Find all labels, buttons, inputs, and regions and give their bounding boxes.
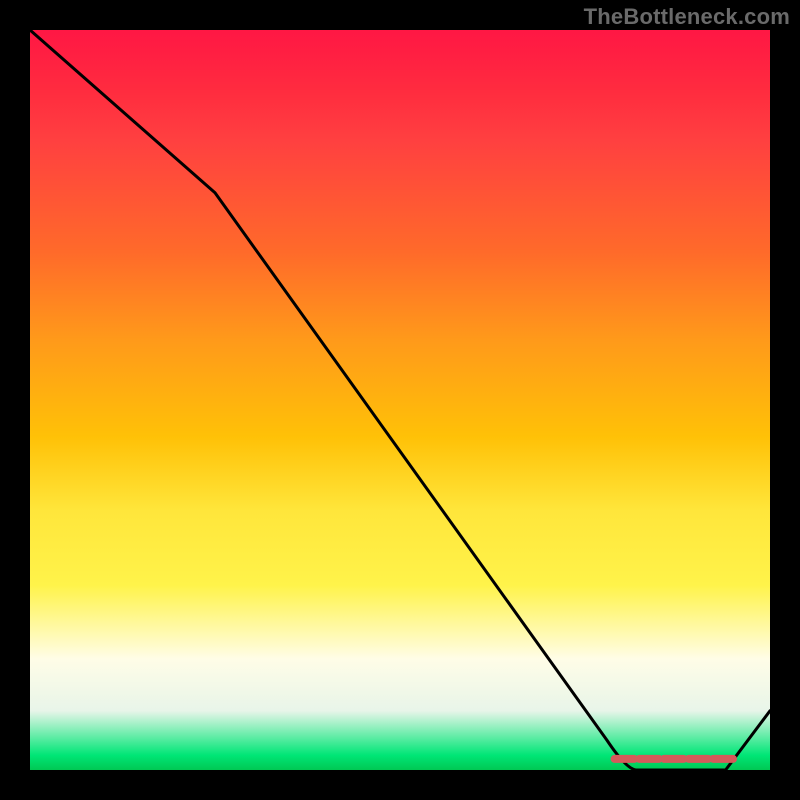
chart-svg — [30, 30, 770, 770]
plot-area — [30, 30, 770, 770]
watermark-text: TheBottleneck.com — [584, 4, 790, 30]
bottleneck-curve-line — [30, 30, 770, 770]
chart-frame: TheBottleneck.com — [0, 0, 800, 800]
